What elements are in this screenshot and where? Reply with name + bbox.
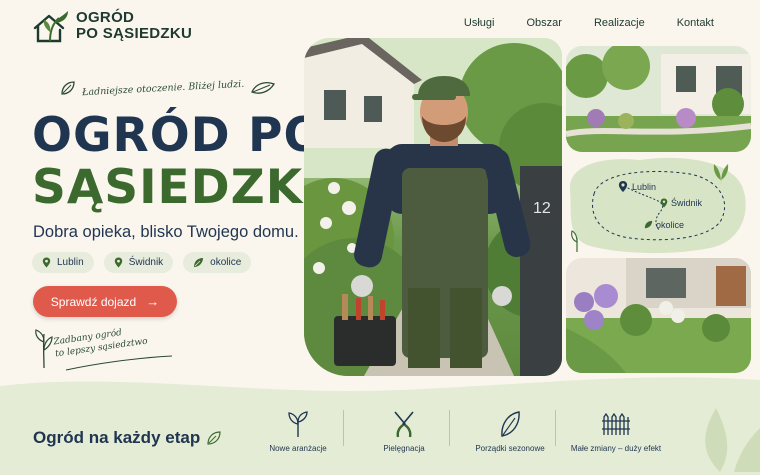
feature-item[interactable]: Porządki sezonowe: [449, 408, 563, 453]
hero-title-line2: SĄSIEDZKU: [32, 160, 342, 215]
fence-icon: [602, 412, 630, 435]
chip-okolice: okolice: [183, 252, 252, 273]
pin-icon: [114, 257, 122, 268]
hero-title-line1: OGRÓD PO: [32, 108, 325, 163]
chip-label: Lublin: [57, 257, 84, 268]
chip-lublin: Lublin: [32, 252, 94, 273]
pruning-shears-icon: [394, 411, 414, 438]
house-leaf-logo-icon: [33, 11, 68, 43]
feature-item[interactable]: Małe zmiany – duży efekt: [555, 408, 669, 453]
nav-link-realizacje[interactable]: Realizacje: [594, 17, 645, 29]
arrow-right-icon: →: [146, 294, 160, 309]
section-title: Ogród na każdy etap: [33, 428, 221, 448]
leaf-icon: [207, 431, 221, 445]
feature-label: Małe zmiany – duży efekt: [570, 444, 662, 453]
logo-text-line1: OGRÓD: [76, 9, 135, 26]
logo[interactable]: OGRÓD PO SĄSIEDZKU: [32, 8, 192, 44]
map-label-lublin: Lublin: [632, 182, 657, 192]
nav-link-kontakt[interactable]: Kontakt: [677, 17, 714, 29]
pin-icon: [660, 198, 668, 208]
service-area-map: Lublin Świdnik okolice: [560, 150, 750, 256]
sprout-icon: [288, 411, 308, 437]
gardener-photo: 12: [304, 38, 562, 376]
leaf-icon: [194, 258, 204, 267]
pin-icon: [618, 180, 628, 193]
leaf-icon: [251, 82, 276, 94]
feature-label: Nowe aranżacje: [269, 444, 327, 453]
tagline-text: Ładniejsze otoczenie. Bliżej ludzi.: [81, 78, 245, 98]
gardener-illustration: 12: [304, 38, 562, 376]
hero-title: OGRÓD PO SĄSIEDZKU: [32, 110, 342, 214]
main-nav: Usługi Obszar Realizacje Kontakt: [432, 17, 714, 29]
cta-label: Sprawdź dojazd: [50, 294, 137, 309]
leaf-icon: [713, 164, 729, 185]
check-route-button[interactable]: Sprawdź dojazd →: [33, 286, 177, 317]
map-label-okolice: okolice: [656, 220, 685, 230]
logo-text-line2: PO SĄSIEDZKU: [76, 25, 193, 42]
feature-label: Porządki sezonowe: [475, 444, 545, 453]
mailbox-number: 12: [533, 200, 551, 217]
handwritten-note: Zadbany ogród to lepszy sąsiedztwo: [34, 326, 173, 375]
leaf-icon: [61, 81, 75, 95]
section-title-text: Ogród na każdy etap: [33, 428, 201, 447]
garden-house-illustration: [566, 46, 751, 152]
sprout-icon: [35, 329, 53, 369]
map-label-swidnik: Świdnik: [671, 198, 703, 208]
feature-label: Pielęgnacja: [383, 444, 425, 453]
chip-label: okolice: [210, 257, 242, 268]
nav-link-uslugi[interactable]: Usługi: [464, 17, 495, 29]
tagline: Ładniejsze otoczenie. Bliżej ludzi.: [60, 78, 276, 98]
feature-item[interactable]: Nowe aranżacje: [245, 408, 351, 453]
chip-label: Świdnik: [128, 257, 164, 268]
garden-terrace-illustration: [566, 258, 751, 373]
hero-subtitle: Dobra opieka, blisko Twojego domu.: [33, 223, 299, 241]
leaf-icon: [501, 411, 520, 437]
chip-swidnik: Świdnik: [103, 252, 174, 273]
nav-link-obszar[interactable]: Obszar: [526, 17, 561, 29]
features-list: Nowe aranżacje Pielęgnacja Porządki sezo…: [245, 408, 669, 453]
garden-house-photo: [566, 46, 751, 152]
leaf-icon: [644, 220, 653, 229]
garden-terrace-photo: [566, 258, 751, 373]
feature-item[interactable]: Pielęgnacja: [343, 408, 457, 453]
pin-icon: [42, 257, 51, 268]
underline-stroke: [65, 355, 173, 371]
sprout-icon: [571, 230, 578, 252]
location-chips: Lublin Świdnik okolice: [32, 252, 252, 273]
